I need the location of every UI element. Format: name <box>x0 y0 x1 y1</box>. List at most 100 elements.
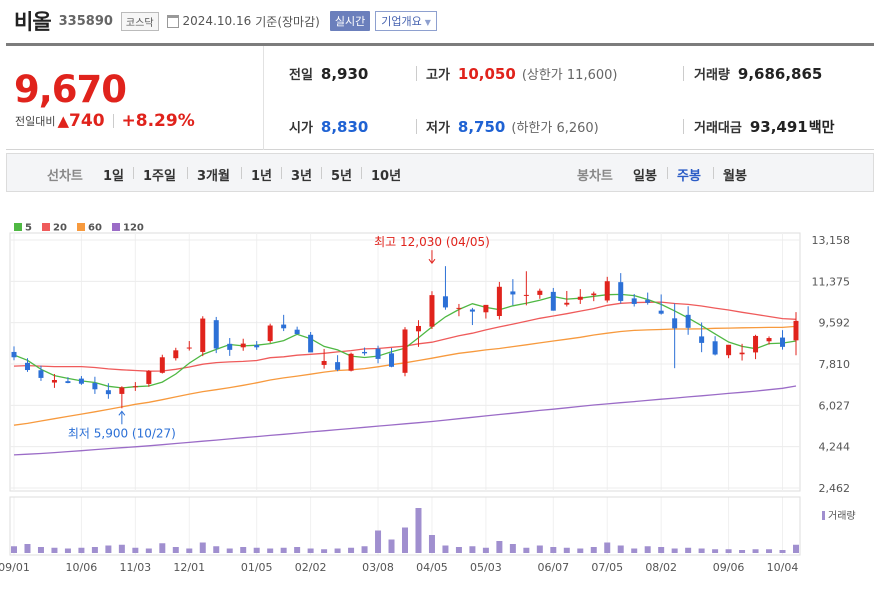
period-3m[interactable]: 3개월 <box>197 165 230 184</box>
quote-divider <box>416 119 417 134</box>
volume-bar <box>739 550 746 553</box>
candle-body <box>389 353 395 367</box>
quote-divider <box>416 66 417 81</box>
volume-bar <box>658 547 665 553</box>
volume-label: 거래량 <box>694 68 730 83</box>
candle-body <box>429 295 435 327</box>
period-1w[interactable]: 1주일 <box>143 165 176 184</box>
volume-bar <box>51 547 58 553</box>
candle-body <box>645 299 651 303</box>
volume-bar <box>186 548 193 553</box>
high-label: 고가 <box>426 68 450 83</box>
candle-body <box>537 290 543 295</box>
x-tick-label: 02/02 <box>295 561 327 574</box>
volume-bar <box>428 535 435 553</box>
candle-body <box>105 390 111 395</box>
prev-close-label: 전일 <box>289 68 313 83</box>
candle-monthly[interactable]: 월봉 <box>723 165 747 184</box>
ma-line-120 <box>13 385 797 456</box>
period-separator <box>187 167 188 179</box>
candle-body <box>712 341 718 355</box>
volume-bar <box>496 541 503 553</box>
trade-amount: 거래대금 93,491 백만 <box>694 117 835 137</box>
candle-body <box>672 318 678 329</box>
max-price-label: 최고 12,030 (04/05) <box>374 235 490 249</box>
realtime-button[interactable]: 실시간 <box>329 11 371 31</box>
price-annotations: 최고 12,030 (04/05) 최저 5,900 (10/27) <box>68 235 490 440</box>
volume-bar <box>199 542 206 553</box>
volume-bar <box>91 547 98 553</box>
period-1d[interactable]: 1일 <box>103 165 124 184</box>
volume-bar <box>550 547 557 553</box>
change-label: 전일대비 <box>15 115 56 128</box>
change-separator <box>112 114 114 128</box>
ma-legend: 5 20 60 120 <box>14 223 144 234</box>
prev-close: 전일 8,930 <box>289 64 368 83</box>
x-tick-label: 09/06 <box>713 561 745 574</box>
volume-bar <box>644 546 651 553</box>
period-3y[interactable]: 3년 <box>291 165 312 184</box>
volume-bar <box>24 544 31 553</box>
stock-name: 비올 <box>14 10 52 34</box>
candle-daily[interactable]: 일봉 <box>633 165 657 184</box>
x-axis-labels: 09/01 10/06 11/03 12/01 01/05 02/02 03/08 04/05… <box>0 561 798 574</box>
upper-limit: (상한가 11,600) <box>521 68 618 83</box>
stock-header: 비올 335890 코스닥 2024.10.16 기준(장마감) 실시간 기업개… <box>0 0 874 42</box>
volume-bar <box>536 545 543 553</box>
period-separator <box>321 167 322 179</box>
candle-body <box>335 362 341 370</box>
candle-body <box>78 378 84 384</box>
y-tick-label: 11,375 <box>812 275 851 288</box>
candle-body <box>308 334 314 353</box>
legend-label: 20 <box>53 223 67 234</box>
y-tick-label: 6,027 <box>819 399 851 412</box>
low-value: 8,750 <box>457 118 506 136</box>
volume-bar <box>455 547 462 553</box>
volume-bar <box>253 547 260 553</box>
period-1y[interactable]: 1년 <box>251 165 272 184</box>
y-tick-label: 2,462 <box>819 482 851 495</box>
volume-bar <box>671 548 678 553</box>
x-tick-label: 09/01 <box>0 561 30 574</box>
volume-bar <box>213 546 220 553</box>
volume-bar <box>388 539 395 553</box>
change-pct: +8.29% <box>121 111 195 131</box>
volume-bar <box>118 544 125 553</box>
period-5y[interactable]: 5년 <box>331 165 352 184</box>
candle-body <box>11 351 17 358</box>
volume-bar <box>334 548 341 553</box>
y-tick-label: 9,592 <box>819 317 851 330</box>
legend-label: 5 <box>25 223 32 234</box>
volume-legend-label: 거래량 <box>828 510 856 522</box>
candle-body <box>685 314 691 328</box>
volume-bar <box>64 548 71 553</box>
candle-body <box>780 337 786 347</box>
candle-body <box>699 336 705 343</box>
candle-body <box>604 281 610 301</box>
volume-bar <box>159 543 166 553</box>
volume-bar <box>631 548 638 553</box>
volume-bar <box>793 544 799 553</box>
candle-body <box>631 298 637 304</box>
volume-bar <box>712 549 719 553</box>
candle-body <box>119 387 125 394</box>
volume-bar <box>617 545 624 553</box>
high-price: 고가 10,050 (상한가 11,600) <box>426 64 617 83</box>
candle-body <box>766 338 772 342</box>
amount-value: 93,491 <box>749 118 808 136</box>
candle-body <box>267 325 273 342</box>
current-price: 9,670 <box>14 68 127 111</box>
y-tick-label: 4,244 <box>819 441 851 454</box>
volume-value: 9,686,865 <box>737 65 823 83</box>
period-10y[interactable]: 10년 <box>371 165 401 184</box>
volume-bar <box>132 547 139 553</box>
candle-body <box>591 293 597 296</box>
low-label: 저가 <box>426 121 450 136</box>
candle-body <box>240 343 246 348</box>
volume-bar <box>375 530 382 553</box>
candle-weekly[interactable]: 주봉 <box>677 165 701 184</box>
volume-bar <box>172 547 179 553</box>
candle-body <box>753 335 759 353</box>
company-overview-button[interactable]: 기업개요 ▼ <box>375 11 437 31</box>
x-tick-label: 01/05 <box>241 561 273 574</box>
